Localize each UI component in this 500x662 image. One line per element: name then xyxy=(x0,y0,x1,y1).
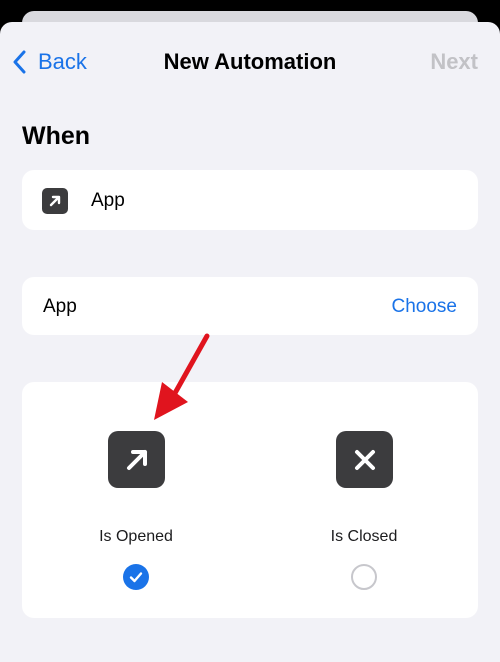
event-options-card: Is Opened Is Closed xyxy=(22,382,478,618)
radio-unchecked[interactable] xyxy=(351,564,377,590)
page-title: New Automation xyxy=(163,49,337,74)
option-label: Is Opened xyxy=(99,528,173,545)
option-is-closed[interactable]: Is Closed xyxy=(250,382,478,618)
radio-checked[interactable] xyxy=(123,564,149,590)
trigger-label: App xyxy=(91,190,125,211)
checkmark-icon xyxy=(129,572,143,583)
next-button[interactable]: Next xyxy=(430,49,478,75)
app-label: App xyxy=(43,296,77,317)
arrow-up-right-icon xyxy=(108,431,165,488)
app-row: App Choose xyxy=(22,277,478,335)
navigation-bar: Back New Automation Next xyxy=(0,22,500,102)
choose-button[interactable]: Choose xyxy=(392,296,458,318)
option-label: Is Closed xyxy=(330,528,398,545)
arrow-up-right-icon xyxy=(42,188,68,214)
red-arrow-annotation-icon xyxy=(154,333,210,420)
x-mark-icon xyxy=(336,431,393,488)
trigger-row[interactable]: App xyxy=(22,170,478,230)
when-heading: When xyxy=(22,122,91,150)
